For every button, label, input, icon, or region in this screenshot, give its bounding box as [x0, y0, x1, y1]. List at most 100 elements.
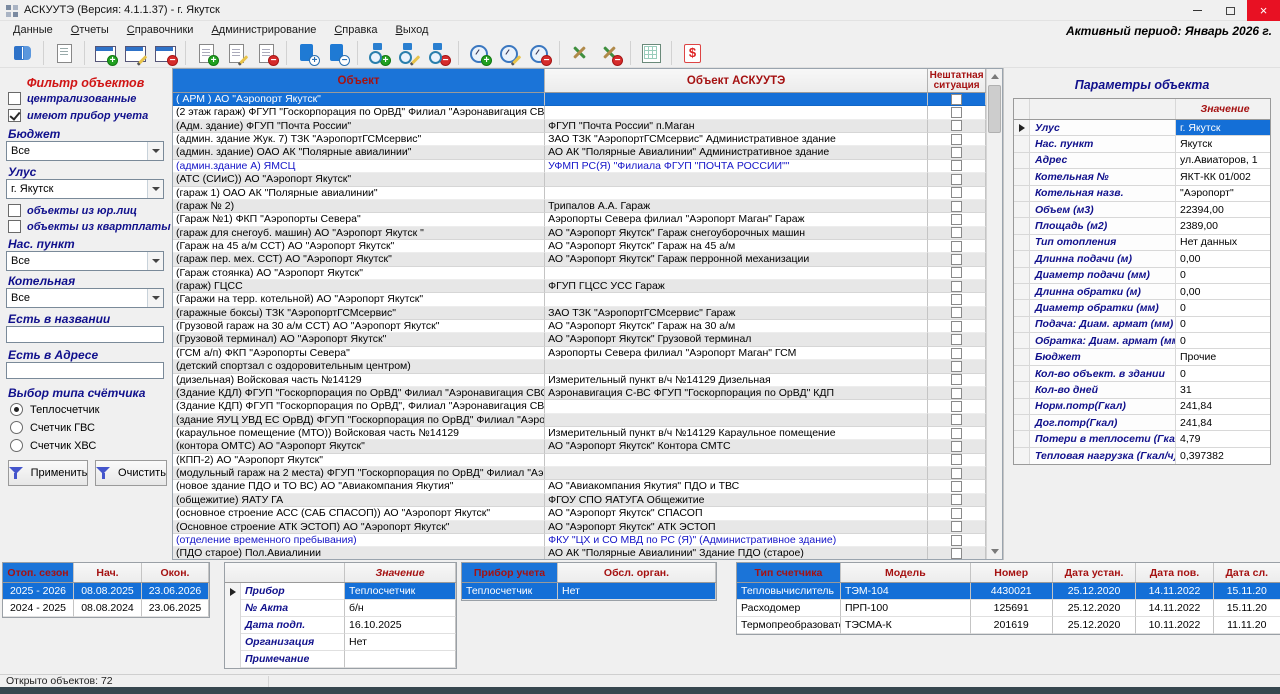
table-row[interactable]: (админ. здание Жук. 7) ТЗК "АэропортГСМс…	[173, 133, 986, 146]
table-row[interactable]: (Здание КДЛ) ФГУП "Госкорпорация по ОрВД…	[173, 387, 986, 400]
emergency-checkbox[interactable]	[951, 120, 962, 131]
device-info-row[interactable]: ПриборТеплосчетчик	[225, 583, 456, 600]
param-row[interactable]: Нас. пунктЯкутск	[1014, 136, 1270, 152]
emergency-checkbox[interactable]	[951, 454, 962, 465]
emergency-checkbox[interactable]	[951, 548, 962, 559]
table-row[interactable]: (АТС (СИиС)) АО "Аэропорт Якутск"	[173, 173, 986, 186]
chevron-down-icon[interactable]	[147, 180, 163, 198]
table-row[interactable]: (основное строение АСС (САБ СПАСОП)) АО …	[173, 507, 986, 520]
emergency-checkbox[interactable]	[951, 334, 962, 345]
emergency-checkbox[interactable]	[951, 441, 962, 452]
column-header-object[interactable]: Объект	[173, 69, 545, 93]
radio-icon[interactable]	[10, 439, 23, 452]
menu-item-выход[interactable]: Выход	[387, 22, 438, 38]
table-row[interactable]: (гараж 1) ОАО АК "Полярные авиалинии"	[173, 187, 986, 200]
param-row[interactable]: Адресул.Авиаторов, 1	[1014, 153, 1270, 169]
param-row[interactable]: Тепловая нагрузка (Гкал/ч)0,397382	[1014, 448, 1270, 464]
radio-icon[interactable]	[10, 421, 23, 434]
param-row[interactable]: Длинна обратки (м)0,00	[1014, 284, 1270, 300]
menu-item-справка[interactable]: Справка	[325, 22, 386, 38]
boiler-select[interactable]: Все	[6, 288, 164, 308]
table-row[interactable]: (2 этаж гараж) ФГУП "Госкорпорация по Ор…	[173, 106, 986, 119]
scrollbar-thumb[interactable]	[988, 85, 1001, 133]
object-zoom-out-icon[interactable]: −	[322, 40, 352, 67]
season-row[interactable]: 2024 - 202508.08.202423.06.2025	[3, 600, 209, 617]
meter-row[interactable]: ТеплосчетчикНет	[462, 583, 716, 600]
table-row[interactable]: (контора ОМТС) АО "Аэропорт Якутск"АО "А…	[173, 440, 986, 453]
season-add-icon[interactable]: +	[90, 40, 120, 67]
counter-row[interactable]: ТермопреобразовательТЭСМА-К20161925.12.2…	[737, 617, 1280, 634]
table-row[interactable]: (гаражные боксы) ТЗК "АэропортГСМсервис"…	[173, 307, 986, 320]
chevron-down-icon[interactable]	[147, 289, 163, 307]
table-row[interactable]: (гараж для снегоуб. машин) АО "Аэропорт …	[173, 227, 986, 240]
emergency-checkbox[interactable]	[951, 481, 962, 492]
param-row[interactable]: Диаметр обратки (мм)0	[1014, 300, 1270, 316]
journal-icon[interactable]	[8, 40, 38, 67]
param-row[interactable]: Котельная №ЯКТ-КК 01/002	[1014, 169, 1270, 185]
emergency-checkbox[interactable]	[951, 535, 962, 546]
column-header-4[interactable]: Дата устан.	[1053, 563, 1137, 582]
table-row[interactable]: (общежитие) ЯАТУ ГАФГОУ СПО ЯАТУГА Общеж…	[173, 494, 986, 507]
column-header-start[interactable]: Нач.	[74, 563, 142, 582]
table-row[interactable]: (Грузовой гараж на 30 а/м ССТ) АО "Аэроп…	[173, 320, 986, 333]
table-row[interactable]: (дизельная) Войсковая часть №14129Измери…	[173, 374, 986, 387]
param-row[interactable]: Котельная назв."Аэропорт"	[1014, 186, 1270, 202]
object-edit-icon[interactable]	[221, 40, 251, 67]
column-header-1[interactable]: Тип счетчика	[737, 563, 841, 582]
table-row[interactable]: (гараж № 2)Трипалов А.А. Гараж	[173, 200, 986, 213]
column-header-2[interactable]: Модель	[841, 563, 971, 582]
emergency-checkbox[interactable]	[951, 254, 962, 265]
table-row[interactable]: (детский спортзал с оздоровительным цент…	[173, 360, 986, 373]
name-filter-input[interactable]	[6, 326, 164, 343]
table-row[interactable]: (Здание КДП) ФГУП "Госкорпорация по ОрВД…	[173, 400, 986, 413]
device-delete-icon[interactable]: −	[423, 40, 453, 67]
param-row[interactable]: Обратка: Диам. армат (мм)0	[1014, 333, 1270, 349]
table-row[interactable]: (Адм. здание) ФГУП "Почта России"ФГУП "П…	[173, 120, 986, 133]
emergency-checkbox[interactable]	[951, 227, 962, 238]
column-header-5[interactable]: Дата пов.	[1136, 563, 1213, 582]
chevron-down-icon[interactable]	[147, 252, 163, 270]
emergency-checkbox[interactable]	[951, 160, 962, 171]
param-row[interactable]: Кол-во объект. в здании0	[1014, 366, 1270, 382]
emergency-checkbox[interactable]	[951, 348, 962, 359]
emergency-checkbox[interactable]	[951, 494, 962, 505]
emergency-checkbox[interactable]	[951, 388, 962, 399]
emergency-checkbox[interactable]	[951, 321, 962, 332]
table-row[interactable]: (модульный гараж на 2 места) ФГУП "Госко…	[173, 467, 986, 480]
address-filter-input[interactable]	[6, 362, 164, 379]
param-row[interactable]: Кол-во дней31	[1014, 382, 1270, 398]
object-zoom-in-icon[interactable]: +	[292, 40, 322, 67]
calculator-icon[interactable]	[636, 40, 666, 67]
counter-add-icon[interactable]: +	[464, 40, 494, 67]
apply-button[interactable]: Применить	[8, 460, 88, 486]
heat-meter-radio[interactable]: Теплосчетчик	[10, 403, 99, 416]
emergency-checkbox[interactable]	[951, 508, 962, 519]
table-row[interactable]: (Гараж стоянка) АО "Аэропорт Якутск"	[173, 267, 986, 280]
kvart-objects-checkbox[interactable]: объекты из квартплаты	[8, 220, 171, 233]
ulus-select[interactable]: г. Якутск	[6, 179, 164, 199]
vertical-scrollbar[interactable]	[986, 69, 1002, 559]
gvs-meter-radio[interactable]: Счетчик ГВС	[10, 421, 95, 434]
table-row[interactable]: (Грузовой терминал) АО "Аэропорт Якутск"…	[173, 333, 986, 346]
param-row[interactable]: Дог.потр(Гкал)241,84	[1014, 415, 1270, 431]
param-row[interactable]: Подача: Диам. армат (мм)0	[1014, 317, 1270, 333]
column-header-emergency[interactable]: Нештатная ситуация	[928, 69, 986, 93]
maximize-button[interactable]	[1214, 0, 1247, 21]
param-row[interactable]: Улусг. Якутск	[1014, 120, 1270, 136]
emergency-checkbox[interactable]	[951, 214, 962, 225]
param-row[interactable]: Тип отопленияНет данных	[1014, 235, 1270, 251]
checkbox-checked-icon[interactable]	[8, 109, 21, 122]
device-info-row[interactable]: Примечание	[225, 651, 456, 668]
table-row[interactable]: (караульное помещение (МТО)) Войсковая ч…	[173, 427, 986, 440]
emergency-checkbox[interactable]	[951, 174, 962, 185]
table-row[interactable]: (Гараж №1) ФКП "Аэропорты Севера"Аэропор…	[173, 213, 986, 226]
emergency-checkbox[interactable]	[951, 428, 962, 439]
table-row[interactable]: (Гаражи на терр. котельной) АО "Аэропорт…	[173, 293, 986, 306]
hvs-meter-radio[interactable]: Счетчик ХВС	[10, 439, 96, 452]
table-row[interactable]: ( АРМ ) АО "Аэропорт Якутск"	[173, 93, 986, 106]
emergency-checkbox[interactable]	[951, 107, 962, 118]
jur-objects-checkbox[interactable]: объекты из юр.лиц	[8, 204, 137, 217]
param-row[interactable]: Объем (м3)22394,00	[1014, 202, 1270, 218]
menu-item-данные[interactable]: Данные	[4, 22, 62, 38]
param-row[interactable]: БюджетПрочие	[1014, 349, 1270, 365]
